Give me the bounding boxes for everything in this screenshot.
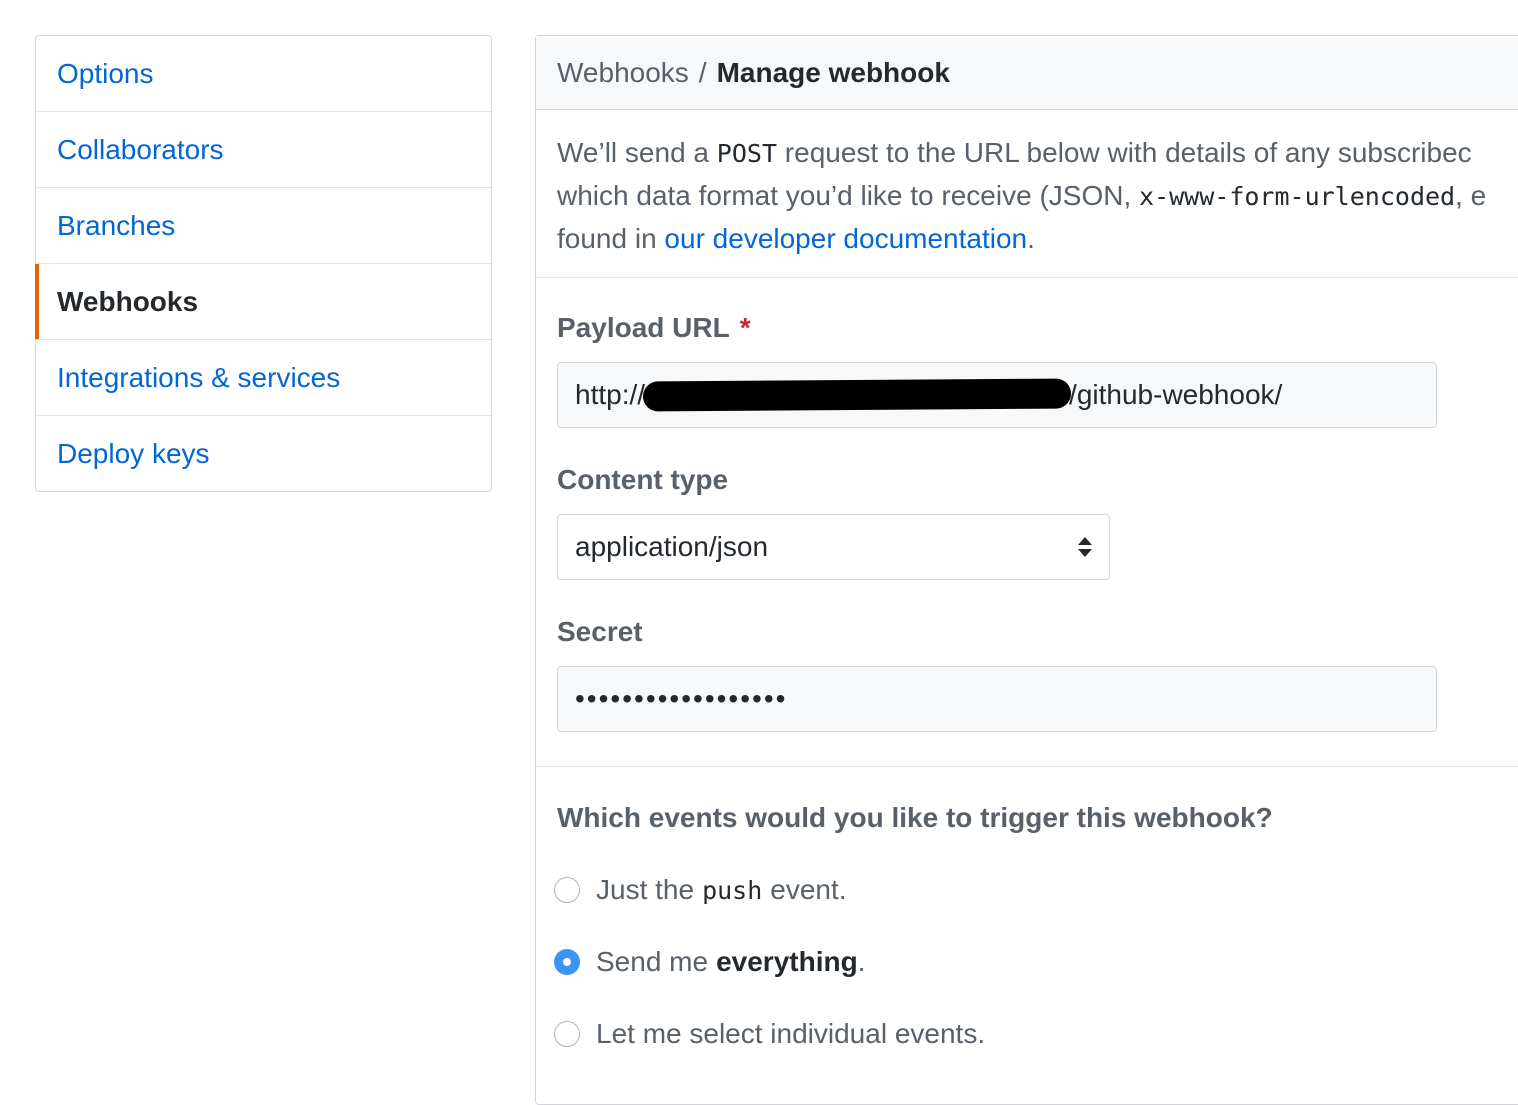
payload-url-input[interactable]: http:// /github-webhook/ xyxy=(557,362,1437,428)
breadcrumb-separator: / xyxy=(698,56,707,88)
page-title: Manage webhook xyxy=(716,56,950,88)
radio-button[interactable] xyxy=(554,877,580,903)
payload-url-suffix: /github-webhook/ xyxy=(1069,379,1283,410)
sidebar-item-collaborators[interactable]: Collaborators xyxy=(36,112,491,188)
developer-docs-link[interactable]: our developer documentation xyxy=(664,223,1027,254)
sidebar-item-label: Webhooks xyxy=(57,285,199,317)
sidebar-item-integrations[interactable]: Integrations & services xyxy=(36,340,491,416)
radio-individual-events[interactable]: Let me select individual events. xyxy=(554,1018,985,1050)
secret-label: Secret xyxy=(557,616,643,647)
description-text: found in xyxy=(557,223,665,254)
sidebar-item-label: Integrations & services xyxy=(57,361,341,393)
description-text: , e xyxy=(1455,180,1487,211)
radio-button[interactable] xyxy=(554,1021,580,1047)
sidebar-item-label: Branches xyxy=(57,209,176,241)
radio-label: Send me xyxy=(596,946,709,977)
description-text: We’ll send a xyxy=(557,137,717,168)
description-text: . xyxy=(1027,223,1035,254)
content-type-label: Content type xyxy=(557,464,729,495)
push-code: push xyxy=(702,875,763,905)
radio-push-event[interactable]: Just the push event. xyxy=(554,874,847,906)
sidebar-item-label: Collaborators xyxy=(57,133,224,165)
payload-url-prefix: http:// xyxy=(575,379,646,410)
content-type-value: application/json xyxy=(575,531,769,562)
payload-url-label: Payload URL * xyxy=(557,312,751,344)
sidebar-item-label: Deploy keys xyxy=(57,437,210,469)
breadcrumb: Webhooks / Manage webhook xyxy=(536,36,1518,110)
sidebar-item-webhooks[interactable]: Webhooks xyxy=(35,264,491,340)
secret-masked-value: •••••••••••••••••• xyxy=(575,683,788,714)
breadcrumb-parent: Webhooks xyxy=(557,56,689,88)
sidebar-item-deploy-keys[interactable]: Deploy keys xyxy=(36,416,491,491)
sidebar-item-label: Options xyxy=(57,57,154,89)
description-text: request to the URL below with details of… xyxy=(777,137,1472,168)
radio-send-everything[interactable]: Send me everything. xyxy=(554,946,865,978)
secret-input[interactable]: •••••••••••••••••• xyxy=(557,666,1437,732)
radio-button-checked[interactable] xyxy=(554,949,580,975)
required-marker: * xyxy=(739,312,751,343)
manage-webhook-panel: Webhooks / Manage webhook We’ll send a P… xyxy=(535,35,1518,1105)
webhook-form: Payload URL * http:// /github-webhook/ Con… xyxy=(536,278,1518,767)
description-line-1: We’ll send a POST request to the URL bel… xyxy=(557,132,1518,175)
events-question: Which events would you like to trigger t… xyxy=(557,802,1273,833)
select-arrows-icon xyxy=(1078,537,1092,557)
urlencoded-code: x-www-form-urlencoded xyxy=(1139,182,1456,211)
radio-label: Let me select individual events. xyxy=(596,1018,986,1049)
payload-url-label-text: Payload URL xyxy=(557,312,730,343)
redaction-mark xyxy=(642,378,1072,412)
radio-label: . xyxy=(857,946,866,977)
description-line-3: found in our developer documentation. xyxy=(557,218,1518,260)
description-text: which data format you’d like to receive … xyxy=(557,180,1140,211)
radio-label-bold: everything xyxy=(716,946,858,977)
post-code: POST xyxy=(716,139,778,168)
sidebar-item-options[interactable]: Options xyxy=(36,36,491,112)
radio-label: event. xyxy=(770,874,847,905)
radio-label: Just the xyxy=(596,874,695,905)
webhook-description: We’ll send a POST request to the URL bel… xyxy=(536,110,1518,278)
sidebar-item-branches[interactable]: Branches xyxy=(36,188,491,264)
description-line-2: which data format you’d like to receive … xyxy=(557,175,1518,218)
settings-sidebar: Options Collaborators Branches Webhooks … xyxy=(35,35,492,492)
content-type-select[interactable]: application/json xyxy=(557,514,1110,580)
